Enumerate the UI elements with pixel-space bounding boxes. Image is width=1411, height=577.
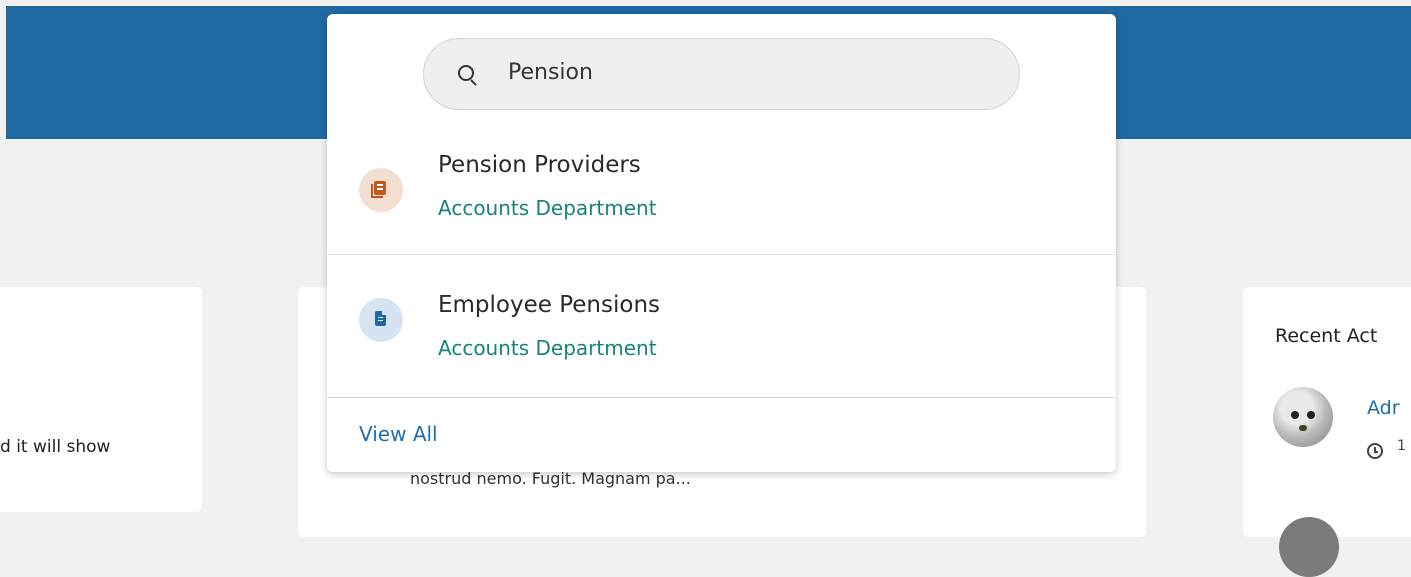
search-icon	[458, 65, 474, 81]
view-all-link[interactable]: View All	[359, 422, 438, 446]
result-subtitle: Accounts Department	[438, 196, 657, 220]
left-card-text: d it will show	[0, 437, 111, 457]
search-dropdown: Pension Providers Accounts Department Em…	[327, 14, 1116, 472]
search-input[interactable]	[506, 59, 990, 86]
avatar[interactable]	[1273, 387, 1333, 447]
clock-icon	[1367, 443, 1383, 459]
document-icon	[359, 298, 403, 342]
avatar-2[interactable]	[1279, 517, 1339, 577]
left-card: d it will show	[0, 287, 202, 512]
result-title: Pension Providers	[438, 152, 641, 178]
divider	[327, 397, 1116, 398]
search-result-pension-providers[interactable]: Pension Providers Accounts Department	[327, 126, 1116, 254]
book-icon	[359, 168, 403, 212]
search-box[interactable]	[423, 38, 1020, 110]
recent-activity-time: 1	[1397, 438, 1406, 454]
divider	[327, 254, 1116, 255]
recent-activity-card: Recent Act Adr 1	[1243, 287, 1411, 577]
search-result-employee-pensions[interactable]: Employee Pensions Accounts Department	[327, 256, 1116, 384]
recent-activity-user-link[interactable]: Adr	[1367, 397, 1400, 419]
recent-activity-title: Recent Act	[1275, 325, 1378, 347]
result-subtitle: Accounts Department	[438, 336, 657, 360]
result-title: Employee Pensions	[438, 292, 661, 318]
